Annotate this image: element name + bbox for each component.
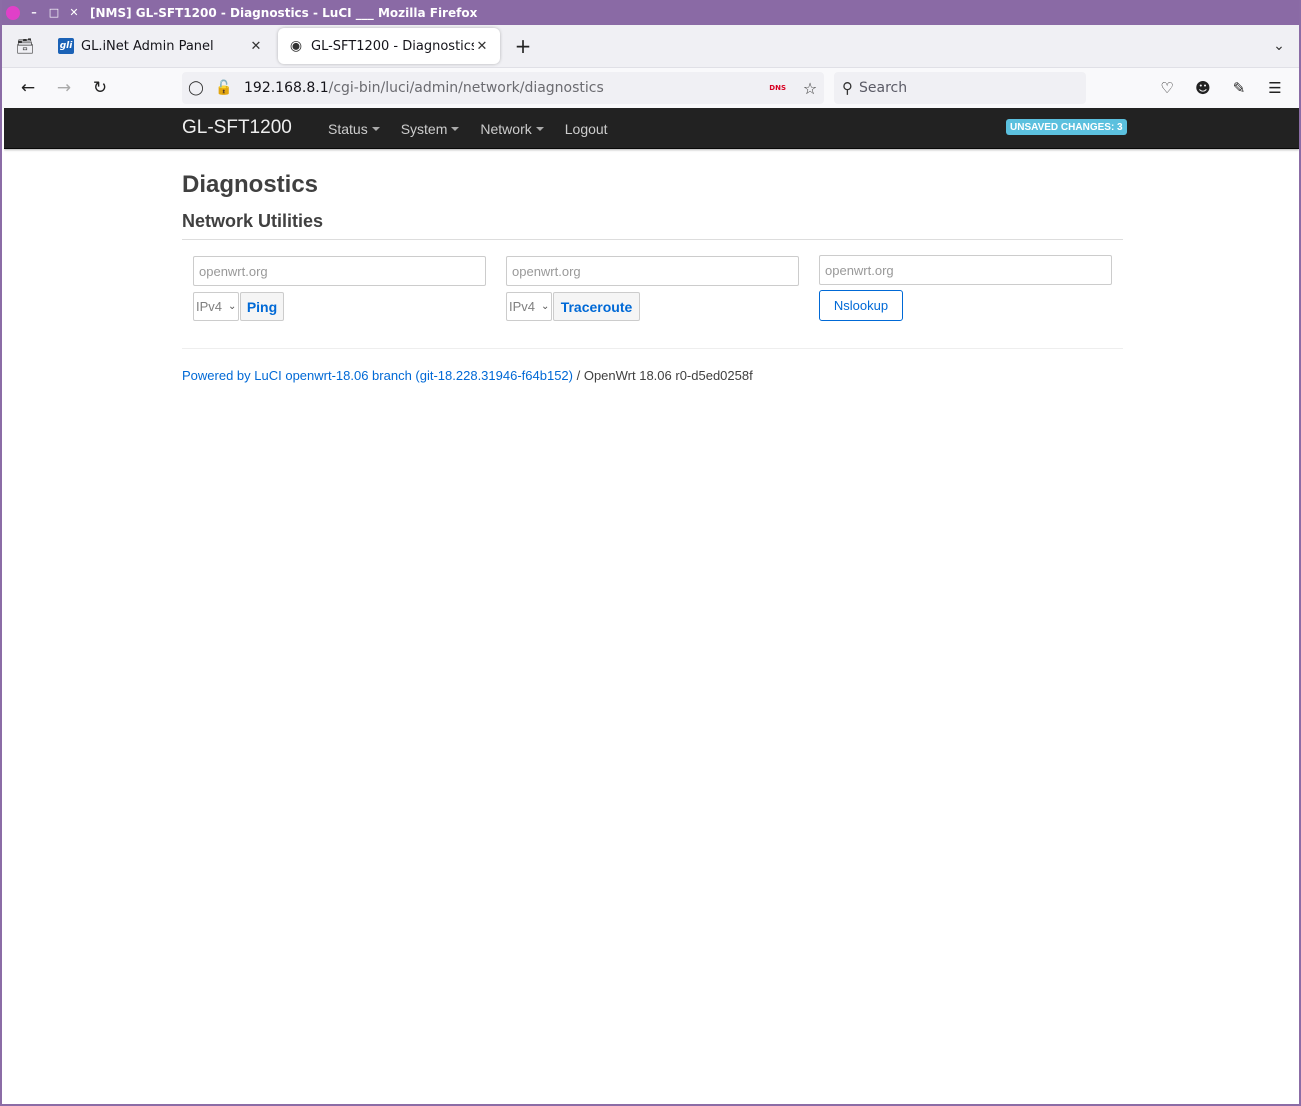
dns-badge[interactable]: DNS xyxy=(769,84,786,92)
glinet-favicon-icon: gli xyxy=(58,38,74,54)
maximize-icon[interactable]: □ xyxy=(46,5,62,21)
tab-label: GL-SFT1200 - Diagnostics - xyxy=(311,38,474,54)
tab-close-icon[interactable]: ✕ xyxy=(248,39,264,54)
traceroute-protocol-select[interactable]: IPv4 ⌄ xyxy=(506,292,552,321)
url-text[interactable]: 192.168.8.1/cgi-bin/luci/admin/network/d… xyxy=(244,80,604,96)
menu-system[interactable]: System xyxy=(401,121,460,137)
select-value: IPv4 xyxy=(196,299,223,314)
section-title: Network Utilities xyxy=(182,211,324,231)
brand-link[interactable]: GL-SFT1200 xyxy=(182,117,292,139)
select-value: IPv4 xyxy=(509,299,536,314)
divider xyxy=(182,239,1123,240)
extensions-icon[interactable]: ✎ xyxy=(1221,72,1257,104)
caret-down-icon xyxy=(451,127,460,131)
ping-protocol-select[interactable]: IPv4 ⌄ xyxy=(193,292,239,321)
pocket-icon[interactable]: ♡ xyxy=(1149,72,1185,104)
luci-link[interactable]: Powered by LuCI openwrt-18.06 branch (gi… xyxy=(182,368,573,383)
chevron-down-icon: ⌄ xyxy=(541,301,550,312)
search-icon: ⚲ xyxy=(842,79,853,97)
back-arrow-icon[interactable]: ← xyxy=(10,72,46,104)
chevron-down-icon[interactable]: ⌄ xyxy=(1259,38,1299,54)
unsaved-changes-badge[interactable]: UNSAVED CHANGES: 3 xyxy=(1006,119,1127,135)
tab-list-icon[interactable]: 🗃 xyxy=(2,25,48,68)
menu-label: Logout xyxy=(564,121,608,137)
window-titlebar: – □ ✕ [NMS] GL-SFT1200 - Diagnostics - L… xyxy=(2,0,1299,25)
tab-glinet-admin[interactable]: gli GL.iNet Admin Panel ✕ xyxy=(48,28,274,64)
url-path: /cgi-bin/luci/admin/network/diagnostics xyxy=(328,80,604,96)
chevron-down-icon: ⌄ xyxy=(228,301,237,312)
page-title: Diagnostics xyxy=(182,171,319,198)
bookmark-star-icon[interactable]: ☆ xyxy=(796,79,824,98)
menu-label: Status xyxy=(328,121,368,137)
menu-logout[interactable]: Logout xyxy=(565,121,608,137)
shield-icon[interactable]: ◯ xyxy=(182,80,210,96)
ping-button[interactable]: Ping xyxy=(240,292,284,321)
insecure-lock-icon[interactable]: 🔓 xyxy=(210,80,238,96)
firmware-version: OpenWrt 18.06 r0-d5ed0258f xyxy=(583,368,753,383)
luci-favicon-icon: ◉ xyxy=(289,38,303,54)
address-bar[interactable]: ◯ 🔓 192.168.8.1/cgi-bin/luci/admin/netwo… xyxy=(182,72,824,104)
minimize-icon[interactable]: – xyxy=(26,5,42,21)
firefox-app-icon xyxy=(6,5,20,20)
nslookup-host-input[interactable]: openwrt.org xyxy=(819,255,1112,285)
hamburger-menu-icon[interactable]: ☰ xyxy=(1257,72,1293,104)
forward-arrow-icon[interactable]: → xyxy=(46,72,82,104)
footer: Powered by LuCI openwrt-18.06 branch (gi… xyxy=(182,368,753,383)
search-placeholder: Search xyxy=(859,80,908,96)
toolbar-right: ♡ ☻ ✎ ☰ xyxy=(1149,72,1293,104)
main-menu: Status System Network Logout xyxy=(328,121,629,137)
browser-window: – □ ✕ [NMS] GL-SFT1200 - Diagnostics - L… xyxy=(0,0,1301,1106)
nslookup-button[interactable]: Nslookup xyxy=(819,290,903,321)
navigation-toolbar: ← → ↻ ◯ 🔓 192.168.8.1/cgi-bin/luci/admin… xyxy=(2,68,1299,108)
web-content: GL-SFT1200 Status System Network Logout … xyxy=(4,108,1299,1104)
menu-label: Network xyxy=(480,121,532,137)
menu-status[interactable]: Status xyxy=(328,121,380,137)
search-input[interactable]: ⚲ Search xyxy=(834,72,1086,104)
tab-diagnostics[interactable]: ◉ GL-SFT1200 - Diagnostics - ✕ xyxy=(278,28,500,64)
caret-down-icon xyxy=(371,127,380,131)
caret-down-icon xyxy=(535,127,544,131)
footer-divider xyxy=(182,348,1123,349)
footer-separator: / xyxy=(572,368,584,383)
ping-host-input[interactable]: openwrt.org xyxy=(193,256,486,286)
tab-strip: 🗃 gli GL.iNet Admin Panel ✕ ◉ GL-SFT1200… xyxy=(2,25,1299,68)
window-title: [NMS] GL-SFT1200 - Diagnostics - LuCI __… xyxy=(90,5,478,20)
close-window-icon[interactable]: ✕ xyxy=(66,5,82,21)
menu-label: System xyxy=(400,121,448,137)
luci-header: GL-SFT1200 Status System Network Logout … xyxy=(4,108,1299,149)
tab-close-icon[interactable]: ✕ xyxy=(474,39,490,54)
traceroute-host-input[interactable]: openwrt.org xyxy=(506,256,799,286)
new-tab-button[interactable]: + xyxy=(508,31,538,61)
traceroute-button[interactable]: Traceroute xyxy=(553,292,640,321)
url-host: 192.168.8.1 xyxy=(244,80,329,96)
reload-icon[interactable]: ↻ xyxy=(82,72,118,104)
account-icon[interactable]: ☻ xyxy=(1185,72,1221,104)
menu-network[interactable]: Network xyxy=(480,121,544,137)
tab-label: GL.iNet Admin Panel xyxy=(81,38,214,54)
